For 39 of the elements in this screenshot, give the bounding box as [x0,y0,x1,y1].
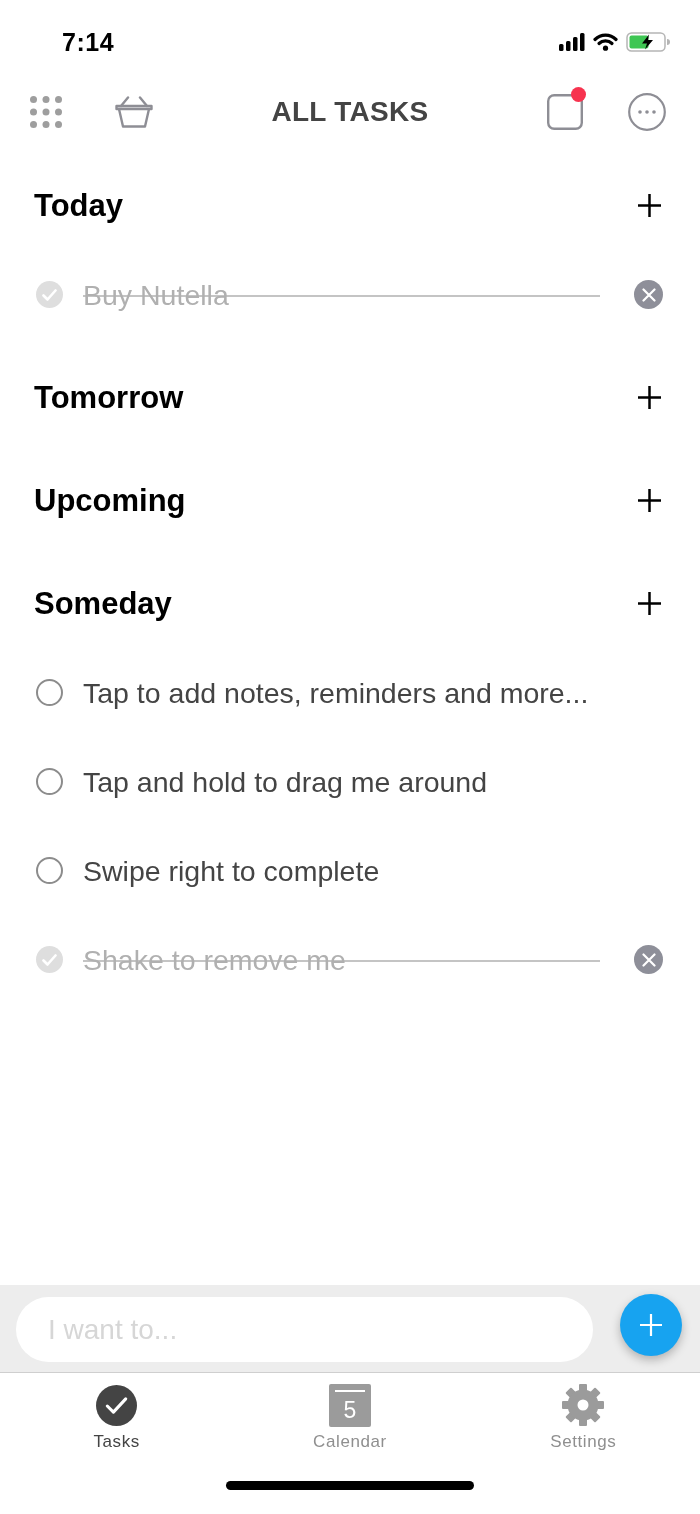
plus-icon [640,1313,662,1336]
basket-icon[interactable] [115,96,153,128]
checkmark-icon [96,1384,138,1426]
calendar-icon: 5 [329,1383,371,1427]
add-button[interactable] [620,1293,682,1356]
plus-icon [638,592,661,615]
section-title: Today [34,187,123,224]
plus-icon [638,194,661,217]
plus-icon [638,489,661,512]
more-options-icon[interactable] [628,93,666,131]
section-title: Someday [34,585,172,622]
empty-circle-checkbox[interactable] [36,857,63,884]
delete-task-button[interactable] [634,280,663,309]
empty-circle-checkbox[interactable] [36,679,63,706]
status-time: 7:14 [62,27,115,57]
settings-icon [562,1384,605,1426]
close-icon [641,952,656,967]
add-task-button[interactable] [638,386,661,409]
plus-icon [638,386,661,409]
add-task-button[interactable] [638,194,661,217]
notification-icon[interactable] [547,94,583,130]
section-title: Tomorrow [34,379,184,416]
task-title[interactable]: Swipe right to complete [83,852,380,889]
page-title: ALL TASKS [271,96,429,128]
empty-circle-checkbox[interactable] [36,768,63,795]
task-title[interactable]: Tap to add notes, reminders and more... [83,674,589,711]
battery-charging-icon [626,32,670,52]
checked-circle-icon[interactable] [36,946,63,973]
add-task-button[interactable] [638,489,661,512]
section-title: Upcoming [34,482,186,519]
grid-menu-icon[interactable] [30,96,62,128]
add-task-button[interactable] [638,592,661,615]
task-title[interactable]: Tap and hold to drag me around [83,763,488,800]
wifi-icon [593,33,618,51]
checked-circle-icon[interactable] [36,281,63,308]
close-icon [641,287,656,302]
signal-icon [559,33,585,51]
delete-task-button[interactable] [634,945,663,974]
tab[interactable]: Tasks [93,1383,140,1457]
